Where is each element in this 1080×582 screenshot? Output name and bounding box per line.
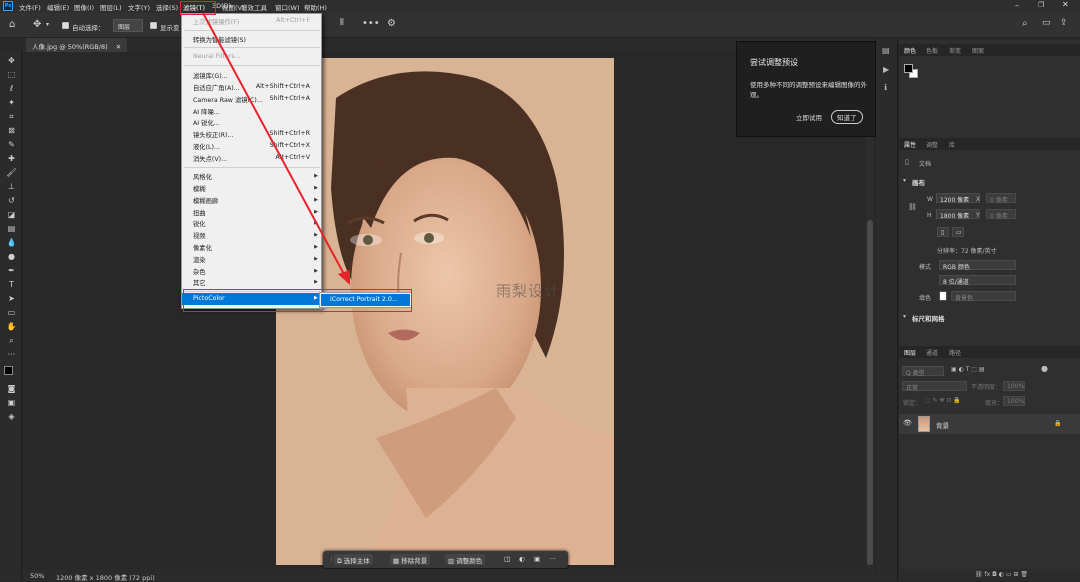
rulers-grids-section-title: 标尺和网格 <box>912 315 945 323</box>
width-label: W <box>927 196 933 203</box>
try-now-link[interactable]: 立即试用 <box>796 112 822 122</box>
portrait-orientation-icon[interactable]: ▯ <box>937 227 949 237</box>
fill-label: 填色 <box>919 295 932 302</box>
width-field[interactable]: 1200 像素 <box>936 193 980 204</box>
filter-toggle-icon[interactable]: ● <box>1041 364 1048 373</box>
actions-panel-icon[interactable]: ▶ <box>883 65 889 74</box>
collapse-icon[interactable]: ▾ <box>903 313 906 320</box>
tab-gradients[interactable]: 渐变 <box>949 46 961 55</box>
annotation-arrow-head <box>338 270 350 285</box>
tab-swatches[interactable]: 色板 <box>926 46 938 55</box>
properties-panel-tabs: 属性 调整 库 <box>899 138 1080 150</box>
canvas-section-title: 画布 <box>912 179 925 187</box>
layer-name[interactable]: 背景 <box>936 420 949 430</box>
mode-dropdown[interactable]: RGB 颜色 <box>939 260 1016 271</box>
tab-libraries[interactable]: 库 <box>949 140 955 149</box>
layers-panel-tabs: 图层 通道 路径 <box>899 346 1080 358</box>
layer-row-background[interactable]: 👁 背景 🔒 <box>899 414 1080 434</box>
foreground-color-chip[interactable] <box>904 64 913 73</box>
bit-depth-dropdown[interactable]: 8 位/通道 <box>939 275 1016 286</box>
lock-label: 锁定： <box>903 400 922 407</box>
height-label: H <box>927 212 932 219</box>
got-it-button[interactable]: 知道了 <box>831 110 863 124</box>
tab-adjustments[interactable]: 调整 <box>926 140 938 149</box>
layer-kind-filter[interactable]: Q 类型 <box>902 366 944 377</box>
tab-channels[interactable]: 通道 <box>926 348 938 357</box>
mode-label: 模式 <box>919 264 932 271</box>
resolution-text: 分辨率：72 像素/英寸 <box>937 248 997 255</box>
document-label: 文档 <box>919 161 932 168</box>
lock-icons[interactable]: ⬚ ✎ ✥ ⊡ 🔒 <box>925 397 961 404</box>
history-panel-icon[interactable]: ▤ <box>882 46 890 55</box>
opacity-field[interactable]: 100% <box>1003 381 1025 391</box>
tab-paths[interactable]: 路径 <box>949 348 961 357</box>
color-panel-tabs: 颜色 色板 渐变 图案 <box>899 44 1080 56</box>
opacity-label: 不透明度： <box>971 384 1002 391</box>
landscape-orientation-icon[interactable]: ▭ <box>952 227 964 237</box>
tab-color[interactable]: 颜色 <box>904 46 916 55</box>
x-field[interactable]: 0 像素 <box>986 193 1016 204</box>
layer-filter-icons[interactable]: ▣ ◐ T ⬚ ▤ <box>951 366 985 373</box>
layer-thumbnail <box>918 416 930 432</box>
document-icon: ▯ <box>905 158 909 166</box>
x-label: X <box>976 196 981 203</box>
tab-properties[interactable]: 属性 <box>904 140 916 149</box>
tip-title: 尝试调整预设 <box>750 58 798 67</box>
y-label: Y <box>976 212 980 219</box>
blend-mode-dropdown[interactable]: 正常 <box>902 381 967 392</box>
tab-patterns[interactable]: 图案 <box>972 46 984 55</box>
right-panels: 颜色 色板 渐变 图案 属性 调整 库 ▯ 文档 ▾ 画布 W 1200 像素 … <box>899 40 1080 581</box>
fill-color-swatch[interactable] <box>939 291 947 301</box>
y-field[interactable]: 0 像素 <box>986 209 1016 220</box>
collapse-icon[interactable]: ▾ <box>903 177 906 184</box>
adjustment-presets-tip: 尝试调整预设 使用多种不同的调整预设来编辑图像的外观。 立即试用 知道了 <box>736 41 876 137</box>
visibility-eye-icon[interactable]: 👁 <box>903 419 912 427</box>
annotation-arrow-line <box>202 12 346 277</box>
layer-lock-icon: 🔒 <box>1054 420 1062 427</box>
tip-body: 使用多种不同的调整预设来编辑图像的外观。 <box>750 81 867 99</box>
panel-icon-column: ▤ ▶ ℹ <box>876 40 898 581</box>
link-icon[interactable]: ⛓ <box>908 203 917 211</box>
fill-field[interactable]: 100% <box>1003 396 1025 406</box>
info-panel-icon[interactable]: ℹ <box>884 83 887 92</box>
layers-bottom-bar: ⛓ fx ◘ ◐ ▭ ⊞ 🗑 <box>899 569 1080 581</box>
height-field[interactable]: 1800 像素 <box>936 209 980 220</box>
fill-label: 填充： <box>985 400 1004 407</box>
tab-layers[interactable]: 图层 <box>904 348 916 357</box>
layer-actions-icons[interactable]: ⛓ fx ◘ ◐ ▭ ⊞ 🗑 <box>975 571 1028 578</box>
fill-dropdown[interactable]: 背景色 <box>951 291 1016 302</box>
